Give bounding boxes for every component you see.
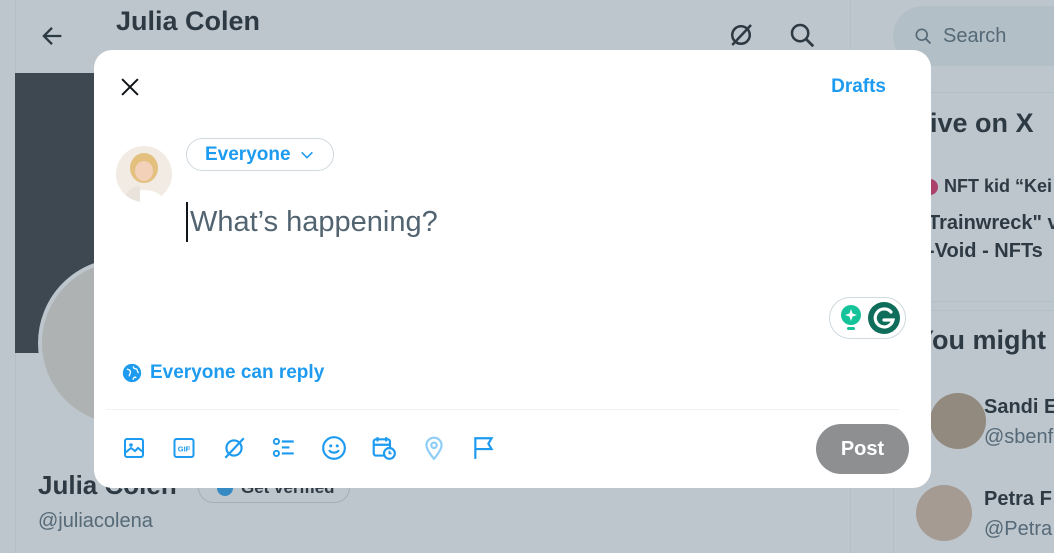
toolbar-divider xyxy=(106,409,899,410)
flag-icon xyxy=(474,437,494,459)
add-gif-button[interactable]: GIF xyxy=(168,432,200,464)
grammarly-icon[interactable] xyxy=(867,301,901,335)
post-button[interactable]: Post xyxy=(816,424,909,474)
add-emoji-button[interactable] xyxy=(318,432,350,464)
gif-icon: GIF xyxy=(173,438,195,458)
audience-selector[interactable]: Everyone xyxy=(186,138,334,171)
chevron-down-icon xyxy=(300,151,313,159)
image-icon xyxy=(124,438,144,458)
user-avatar[interactable] xyxy=(116,146,172,202)
poll-icon xyxy=(272,437,294,457)
emoji-icon xyxy=(322,436,346,460)
location-icon xyxy=(425,436,443,461)
schedule-icon xyxy=(372,437,396,460)
tag-flag-button[interactable] xyxy=(468,432,500,464)
grok-icon xyxy=(224,437,245,459)
compose-post-modal: Drafts Everyone Everyo xyxy=(94,50,931,488)
reply-setting-button[interactable]: Everyone can reply xyxy=(122,362,324,384)
compose-toolbar: GIF xyxy=(118,432,500,464)
add-media-button[interactable] xyxy=(118,432,150,464)
add-location-button[interactable] xyxy=(418,432,450,464)
drafts-button[interactable]: Drafts xyxy=(831,76,886,98)
user-avatar-image xyxy=(116,146,172,202)
grok-button[interactable] xyxy=(218,432,250,464)
reply-setting-label: Everyone can reply xyxy=(150,362,325,383)
post-text-input[interactable] xyxy=(186,202,866,242)
audience-label: Everyone xyxy=(205,143,291,165)
schedule-post-button[interactable] xyxy=(368,432,400,464)
lightbulb-icon[interactable] xyxy=(838,303,864,333)
globe-icon xyxy=(122,363,142,383)
svg-text:GIF: GIF xyxy=(178,445,191,454)
add-poll-button[interactable] xyxy=(268,432,300,464)
close-button[interactable] xyxy=(110,72,150,102)
close-icon xyxy=(121,78,139,96)
grammarly-widget[interactable] xyxy=(829,297,906,339)
